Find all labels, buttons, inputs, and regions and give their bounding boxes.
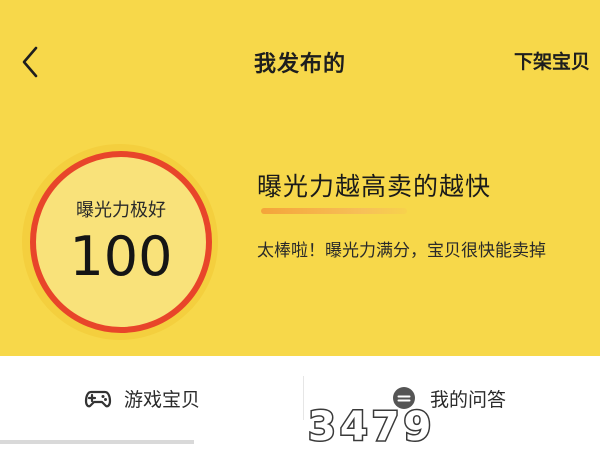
tab-divider: [303, 376, 304, 420]
hero-panel: 我发布的 下架宝贝 曝光力极好 100 曝光力越高卖的越快 太棒啦！曝光力满分，…: [0, 0, 600, 356]
delist-items-button[interactable]: 下架宝贝: [514, 47, 590, 74]
page-title: 我发布的: [253, 52, 346, 77]
headline-underline: [261, 208, 407, 214]
gamepad-icon: [84, 390, 112, 408]
chevron-left-icon: [22, 46, 38, 78]
score-label: 曝光力极好: [76, 200, 166, 221]
back-button[interactable]: [12, 40, 52, 84]
watermark-text: 3479: [308, 404, 435, 446]
tab-game-items[interactable]: 游戏宝贝: [84, 378, 200, 418]
tab-bar: 游戏宝贝 我的问答: [0, 356, 600, 451]
tab-indicator: [0, 440, 194, 444]
tab-game-items-label: 游戏宝贝: [124, 388, 201, 411]
headline: 曝光力越高卖的越快: [257, 172, 492, 201]
watermark-logo: 3479: [307, 404, 435, 446]
score-value: 100: [69, 225, 173, 288]
score-description: 太棒啦！曝光力满分，宝贝很快能卖掉: [257, 241, 546, 261]
